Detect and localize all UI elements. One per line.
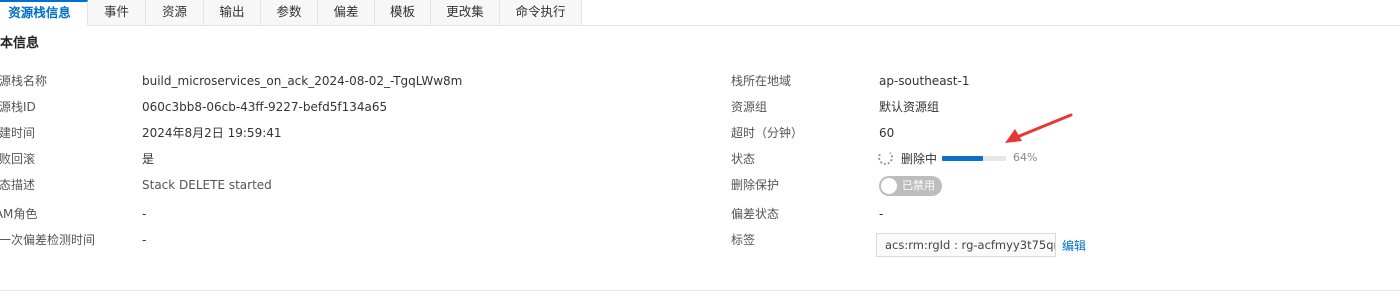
drift-status-value: - xyxy=(879,207,884,221)
tab-parameters[interactable]: 参数 xyxy=(261,0,318,26)
status-progress-percent: 64% xyxy=(1013,151,1038,164)
stack-id-label: 资源栈ID xyxy=(0,100,36,114)
timeout-value: 60 xyxy=(879,126,895,140)
status-description-value: Stack DELETE started xyxy=(142,178,272,192)
last-drift-check-label: 上一次偏差检测时间 xyxy=(0,233,96,247)
edit-tags-link[interactable]: 编辑 xyxy=(1062,237,1086,254)
tags-label: 标签 xyxy=(731,233,756,247)
tab-events[interactable]: 事件 xyxy=(88,0,146,26)
last-drift-check-value: - xyxy=(142,233,147,247)
delete-protection-state: 已禁用 xyxy=(902,179,935,192)
rollback-value: 是 xyxy=(142,152,155,166)
tab-resources[interactable]: 资源 xyxy=(146,0,204,26)
stack-name-value: build_microservices_on_ack_2024-08-02_-T… xyxy=(142,74,463,88)
rollback-label: 失败回滚 xyxy=(0,152,36,166)
status-label: 状态 xyxy=(731,152,756,166)
tab-change-sets[interactable]: 更改集 xyxy=(431,0,500,26)
tab-drift[interactable]: 偏差 xyxy=(318,0,375,26)
ram-role-label: RAM角色 xyxy=(0,207,38,221)
resource-group-label: 资源组 xyxy=(731,100,768,114)
delete-protection-label: 删除保护 xyxy=(731,178,780,192)
status-progress-bar xyxy=(942,156,1006,161)
status-value: 删除中 xyxy=(901,152,938,166)
section-title: 基本信息 xyxy=(0,36,40,51)
tag-chip: acs:rm:rgId : rg-acfmyy3t75qrzhq xyxy=(876,233,1056,257)
ram-role-value: - xyxy=(142,207,147,221)
stack-name-label: 资源栈名称 xyxy=(0,74,48,88)
resource-group-value: 默认资源组 xyxy=(879,100,940,114)
tab-outputs[interactable]: 输出 xyxy=(204,0,261,26)
tab-stack-info[interactable]: 资源栈信息 xyxy=(0,0,88,26)
tab-bar: 资源栈信息 事件 资源 输出 参数 偏差 模板 更改集 命令执行 xyxy=(0,0,1400,26)
region-value: ap-southeast-1 xyxy=(879,74,970,88)
tab-template[interactable]: 模板 xyxy=(375,0,431,26)
tab-command-execution[interactable]: 命令执行 xyxy=(500,0,582,26)
timeout-label: 超时（分钟） xyxy=(731,126,804,140)
status-description-label: 状态描述 xyxy=(0,178,36,192)
section-divider xyxy=(0,290,1400,291)
drift-status-label: 偏差状态 xyxy=(731,207,780,221)
annotation-arrow-icon xyxy=(1005,113,1073,143)
status-progress-fill xyxy=(942,156,983,161)
loading-spinner-icon xyxy=(878,150,893,165)
delete-protection-toggle[interactable]: 已禁用 xyxy=(879,176,942,196)
created-time-value: 2024年8月2日 19:59:41 xyxy=(142,126,282,140)
region-label: 栈所在地域 xyxy=(731,74,792,88)
stack-id-value: 060c3bb8-06cb-43ff-9227-befd5f134a65 xyxy=(142,100,388,114)
toggle-knob xyxy=(881,178,897,194)
created-time-label: 创建时间 xyxy=(0,126,36,140)
